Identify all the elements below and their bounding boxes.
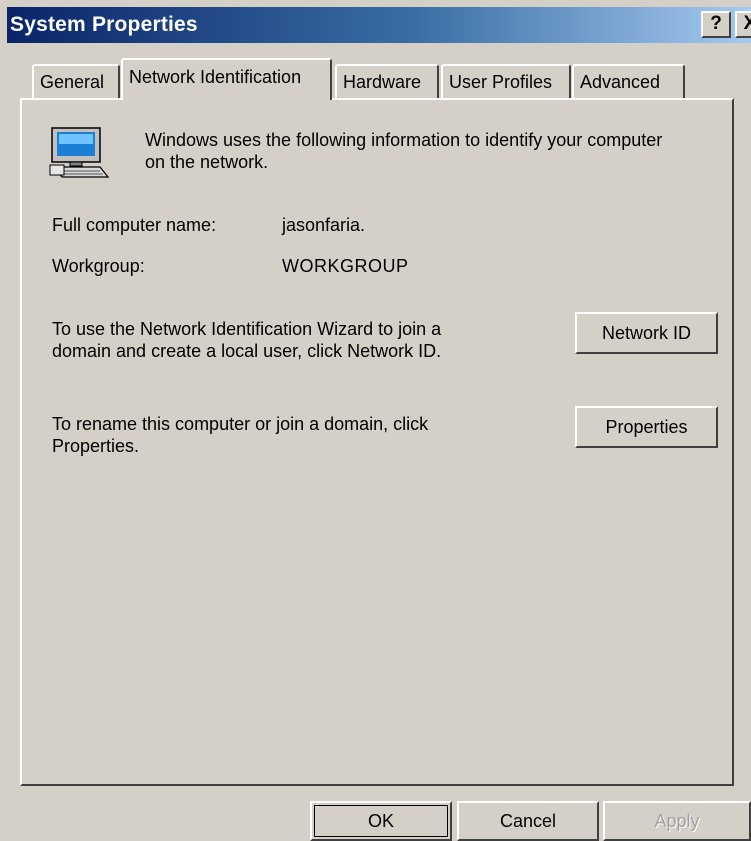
intro-text-line1: Windows uses the following information t… [145,130,663,150]
tab-network-identification[interactable]: Network Identification [121,58,332,100]
workgroup-label: Workgroup: [52,256,145,276]
system-properties-window: System Properties ? X General Network Id… [0,0,751,841]
computer-icon [49,127,110,178]
network-id-button[interactable]: Network ID [575,312,718,354]
tab-advanced[interactable]: Advanced [572,64,685,98]
rename-text-line2: Properties. [52,436,140,456]
tab-user-profiles[interactable]: User Profiles [441,64,571,98]
properties-button[interactable]: Properties [575,406,718,448]
workgroup-value: WORKGROUP [282,256,409,276]
apply-button[interactable]: Apply [603,801,751,841]
rename-text-line1: To rename this computer or join a domain… [52,414,429,434]
tab-general[interactable]: General [32,64,120,98]
ok-button[interactable]: OK [310,801,452,841]
close-button[interactable]: X [735,11,751,38]
help-button[interactable]: ? [701,11,731,38]
wizard-text-line2: domain and create a local user, click Ne… [52,341,442,361]
tab-hardware[interactable]: Hardware [335,64,439,98]
title-bar[interactable]: System Properties ? X [7,7,751,43]
cancel-button[interactable]: Cancel [457,801,599,841]
intro-text-line2: on the network. [145,152,269,172]
full-computer-name-label: Full computer name: [52,215,217,235]
wizard-text-line1: To use the Network Identification Wizard… [52,319,442,339]
full-computer-name-value: jasonfaria. [282,215,366,235]
window-title: System Properties [10,13,198,36]
